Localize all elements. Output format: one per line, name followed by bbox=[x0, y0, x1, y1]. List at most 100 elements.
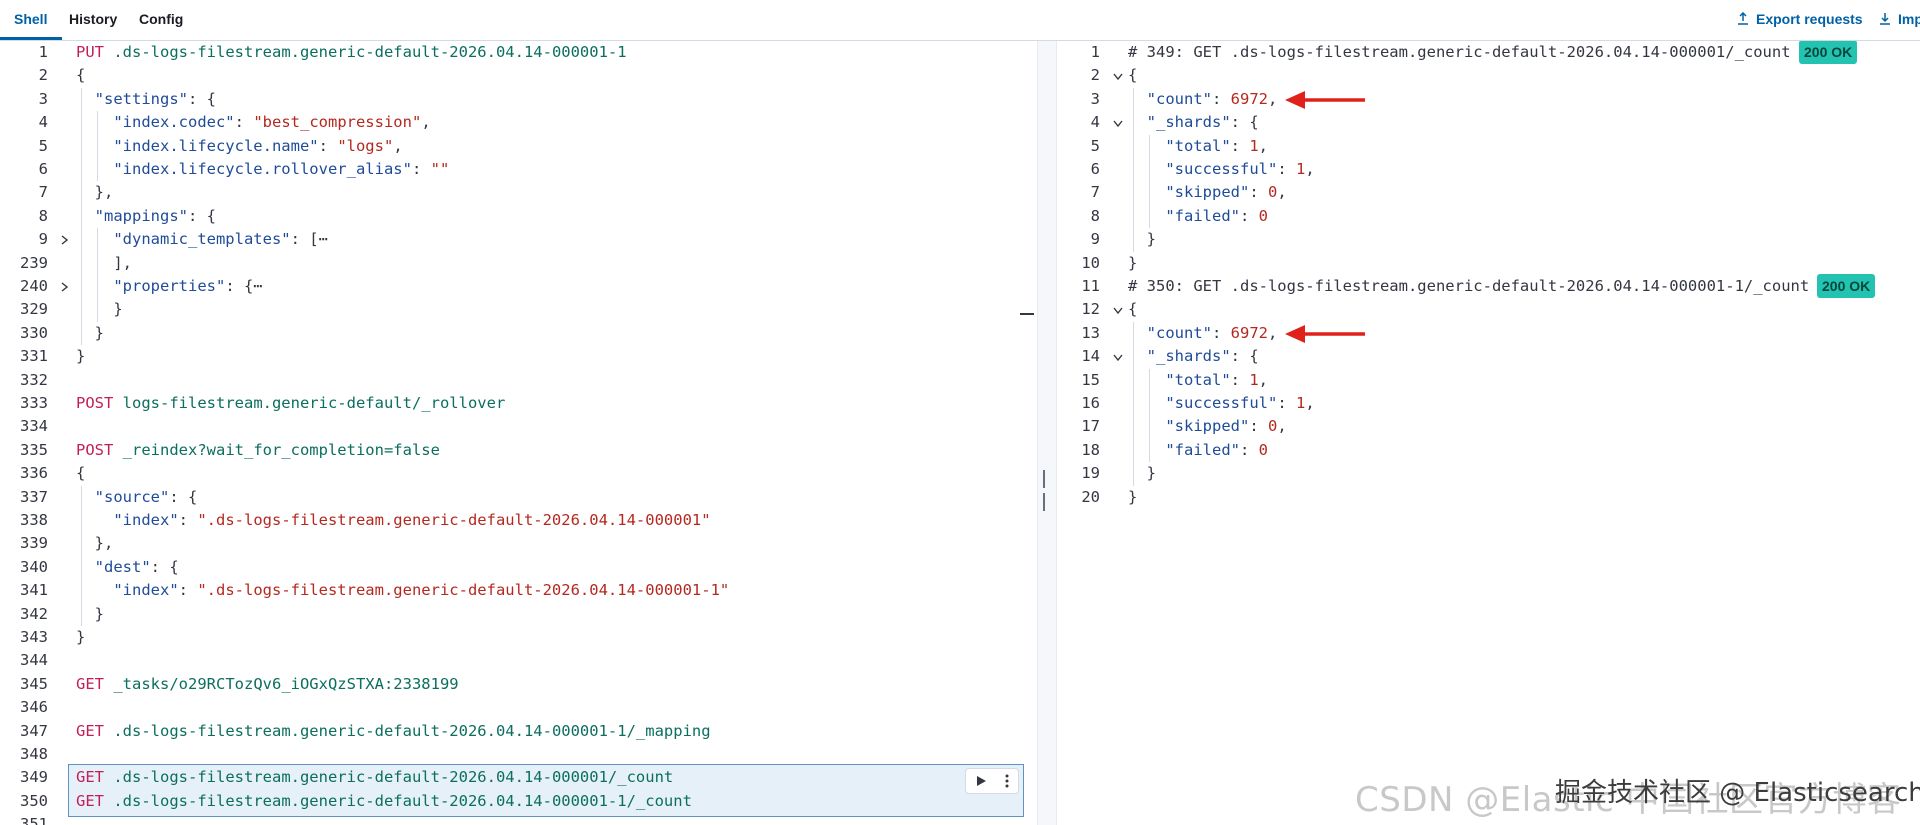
code-text: # 349: GET .ds-logs-filestream.generic-d… bbox=[1128, 41, 1791, 64]
line-number: 240 bbox=[20, 277, 48, 295]
code-token: { bbox=[1128, 300, 1138, 319]
line-number: 8 bbox=[1090, 206, 1100, 225]
code-text: } bbox=[76, 626, 85, 649]
fold-collapse-icon[interactable] bbox=[1111, 69, 1125, 83]
line-number: 13 bbox=[1081, 323, 1100, 342]
code-text: } bbox=[1128, 252, 1137, 275]
code-token: "index.lifecycle.rollover_alias" bbox=[113, 160, 412, 178]
code-text: "mappings": { bbox=[76, 205, 216, 228]
code-text: POST _reindex?wait_for_completion=false bbox=[76, 439, 440, 462]
code-line: 18 "failed": 0 bbox=[1056, 439, 1920, 462]
code-token: "properties" bbox=[113, 277, 226, 295]
code-token: "_shards" bbox=[1146, 347, 1231, 366]
code-token: : bbox=[1212, 323, 1231, 342]
code-line: 347 GET .ds-logs-filestream.generic-defau… bbox=[0, 720, 1036, 743]
code-line: 331} bbox=[0, 345, 1036, 368]
code-token: : {⋯ bbox=[225, 277, 263, 295]
code-line: 343} bbox=[0, 626, 1036, 649]
code-line: 11 # 350: GET .ds-logs-filestream.generic… bbox=[1056, 274, 1920, 298]
import-requests-label: Imp bbox=[1898, 11, 1920, 27]
code-token: : { bbox=[1230, 113, 1259, 132]
code-text: "count": 6972, bbox=[1128, 88, 1278, 111]
code-token: : bbox=[318, 136, 338, 155]
code-token: GET bbox=[76, 674, 104, 693]
line-number: 17 bbox=[1081, 417, 1100, 436]
tab-history[interactable]: History bbox=[69, 11, 117, 27]
watermark-overlay-text: 掘金技术社区 @ Elasticsearch bbox=[1555, 778, 1920, 808]
code-line: 350 GET .ds-logs-filestream.generic-defau… bbox=[0, 790, 1036, 813]
code-line: 8 "failed": 0 bbox=[1056, 205, 1920, 228]
code-line: 338 "index": ".ds-logs-filestream.generi… bbox=[0, 509, 1036, 532]
response-viewer: 1 # 349: GET .ds-logs-filestream.generic-… bbox=[1056, 41, 1920, 825]
code-token: "index" bbox=[113, 511, 179, 529]
line-number: 2 bbox=[38, 66, 48, 85]
line-number: 330 bbox=[20, 323, 48, 342]
line-number: 19 bbox=[1081, 464, 1100, 483]
pane-resizer[interactable] bbox=[1037, 41, 1057, 825]
resize-handle-icon[interactable] bbox=[1043, 470, 1049, 511]
code-token: # 349: GET .ds-logs-filestream.generic-d… bbox=[1128, 43, 1791, 61]
code-text: "total": 1, bbox=[1128, 369, 1268, 392]
request-editor[interactable]: 1 PUT .ds-logs-filestream.generic-default… bbox=[0, 41, 1036, 825]
code-token: "_shards" bbox=[1146, 113, 1231, 132]
code-token: "" bbox=[430, 160, 450, 178]
code-token: , bbox=[1268, 89, 1278, 108]
line-number: 338 bbox=[20, 511, 48, 529]
fold-expand-icon[interactable] bbox=[57, 280, 71, 294]
fold-collapse-icon[interactable] bbox=[1111, 350, 1125, 364]
code-token: , bbox=[1268, 323, 1278, 342]
code-text: "index.lifecycle.name": "logs", bbox=[76, 135, 402, 158]
code-token: : bbox=[1212, 89, 1231, 108]
code-line: 342 } bbox=[0, 603, 1036, 626]
code-text: GET .ds-logs-filestream.generic-default-… bbox=[76, 766, 673, 789]
fold-collapse-icon[interactable] bbox=[1111, 303, 1125, 317]
annotation-arrow-icon bbox=[1285, 324, 1365, 343]
code-token: "successful" bbox=[1165, 160, 1278, 178]
code-token: "best_compression" bbox=[253, 113, 422, 132]
active-tab-indicator bbox=[0, 37, 62, 40]
code-token: 6972 bbox=[1230, 89, 1268, 108]
line-number: 15 bbox=[1081, 370, 1100, 389]
code-token: .ds-logs-filestream.generic-default-2026… bbox=[113, 768, 674, 787]
code-token: "count" bbox=[1146, 89, 1212, 108]
code-text: "skipped": 0, bbox=[1128, 181, 1287, 204]
code-line: 337 "source": { bbox=[0, 486, 1036, 509]
code-line: 12 { bbox=[1056, 298, 1920, 321]
tab-shell[interactable]: Shell bbox=[14, 11, 47, 27]
import-requests-button[interactable]: Imp bbox=[1878, 11, 1920, 27]
code-text: } bbox=[1128, 486, 1137, 509]
fold-collapse-icon[interactable] bbox=[1111, 116, 1125, 130]
fold-expand-icon[interactable] bbox=[57, 233, 71, 247]
code-token: 1 bbox=[1249, 136, 1259, 155]
code-token: 1 bbox=[1295, 160, 1306, 178]
code-token: "skipped" bbox=[1165, 183, 1250, 202]
code-token: _tasks/o29RCTozQv6_iOGxQzSTXA:2338199 bbox=[113, 674, 459, 693]
code-token: "count" bbox=[1146, 323, 1212, 342]
code-text: }, bbox=[76, 181, 114, 204]
code-line: 8 "mappings": { bbox=[0, 205, 1036, 228]
code-text: } bbox=[76, 322, 104, 345]
code-token: , bbox=[1277, 183, 1287, 202]
code-token: "skipped" bbox=[1165, 417, 1250, 436]
tab-config[interactable]: Config bbox=[139, 11, 183, 27]
code-token: } bbox=[76, 323, 104, 342]
code-text: "settings": { bbox=[76, 88, 216, 111]
line-number: 6 bbox=[38, 160, 48, 178]
export-requests-button[interactable]: Export requests bbox=[1736, 11, 1863, 27]
code-token: "dynamic_templates" bbox=[113, 230, 291, 249]
code-token: "settings" bbox=[94, 89, 188, 108]
line-number: 349 bbox=[20, 768, 48, 787]
code-token: "successful" bbox=[1165, 394, 1278, 412]
code-text: }, bbox=[76, 532, 114, 555]
code-token: 0 bbox=[1258, 206, 1268, 225]
line-number: 11 bbox=[1081, 277, 1100, 295]
line-number: 343 bbox=[20, 628, 48, 646]
line-number: 14 bbox=[1081, 347, 1100, 366]
